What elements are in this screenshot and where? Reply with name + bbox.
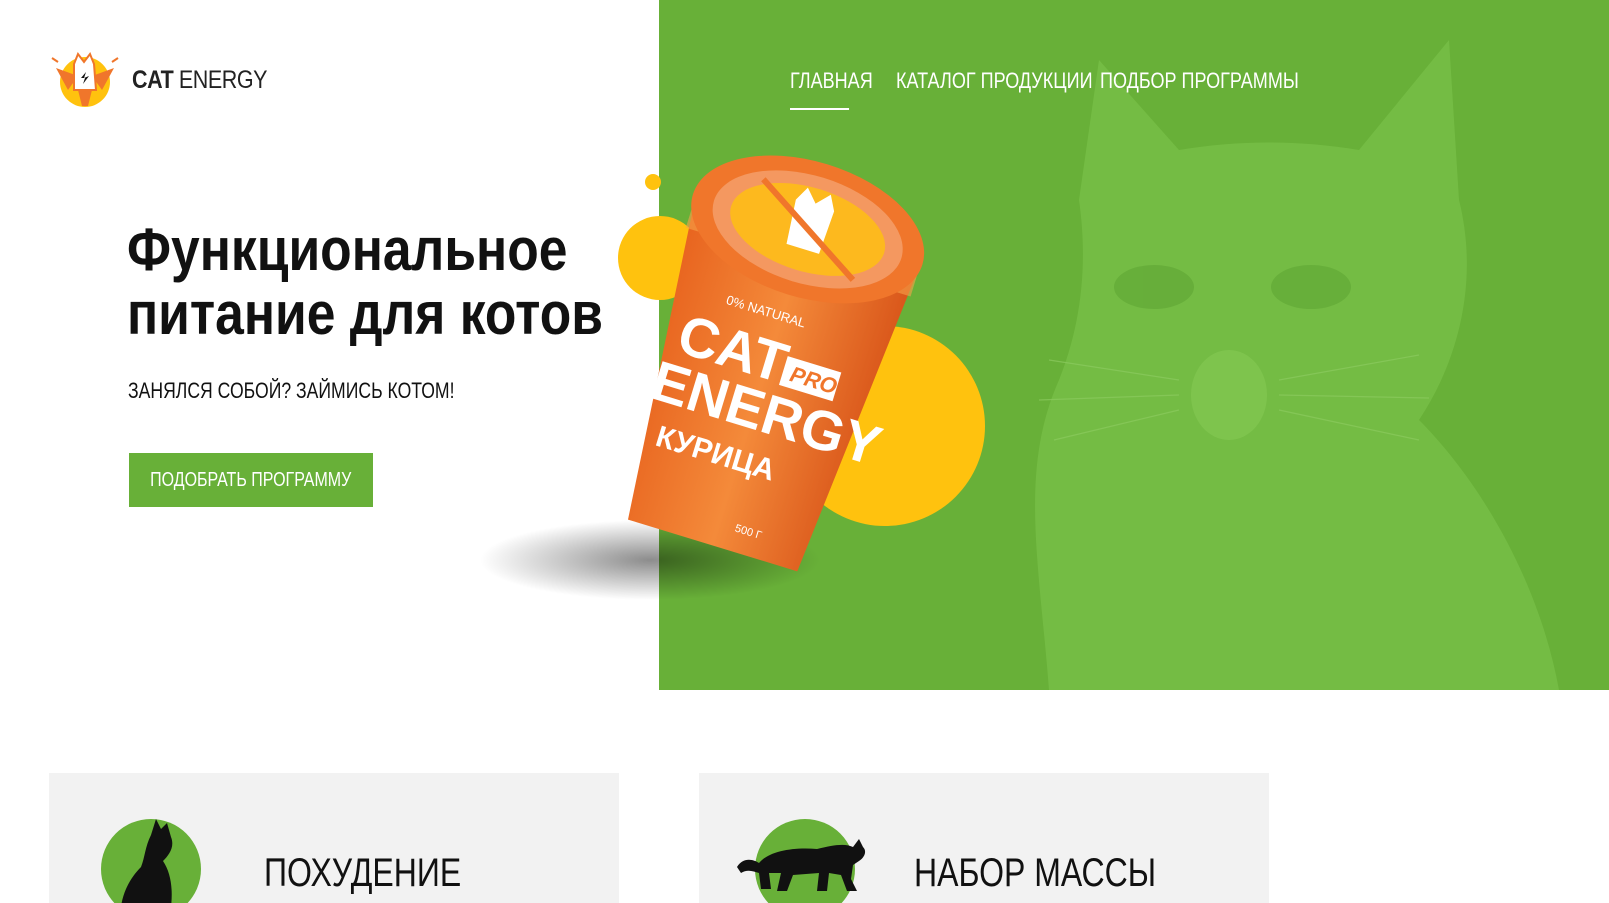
program-card-slim[interactable]: ПОХУДЕНИЕ [49, 773, 619, 903]
cat-energy-logo-icon [51, 51, 119, 107]
product-package-image: 0% NATURAL CAT PRO ENERGY КУРИЦА 500 Г [480, 155, 985, 600]
pick-program-button[interactable]: ПОДОБРАТЬ ПРОГРАММУ [129, 453, 373, 507]
slim-cat-icon [101, 819, 201, 903]
big-cat-icon [737, 819, 866, 903]
main-nav: ГЛАВНАЯ КАТАЛОГ ПРОДУКЦИИ ПОДБОР ПРОГРАМ… [790, 68, 1299, 110]
program-card-slim-title: ПОХУДЕНИЕ [264, 851, 462, 895]
nav-link-catalog[interactable]: КАТАЛОГ ПРОДУКЦИИ [896, 68, 1093, 106]
program-card-mass[interactable]: НАБОР МАССЫ [699, 773, 1269, 903]
nav-link-program[interactable]: ПОДБОР ПРОГРАММЫ [1100, 68, 1299, 106]
logo[interactable]: CAT ENERGY [48, 46, 289, 114]
logo-text-bold: CAT [132, 65, 174, 94]
logo-text-regular: ENERGY [178, 65, 268, 94]
yellow-dot-small [645, 174, 661, 190]
pick-program-button-label: ПОДОБРАТЬ ПРОГРАММУ [150, 468, 352, 491]
program-card-mass-title: НАБОР МАССЫ [914, 851, 1157, 895]
hero-subtitle: ЗАНЯЛСЯ СОБОЙ? ЗАЙМИСЬ КОТОМ! [128, 378, 455, 403]
nav-link-home[interactable]: ГЛАВНАЯ [790, 68, 873, 110]
